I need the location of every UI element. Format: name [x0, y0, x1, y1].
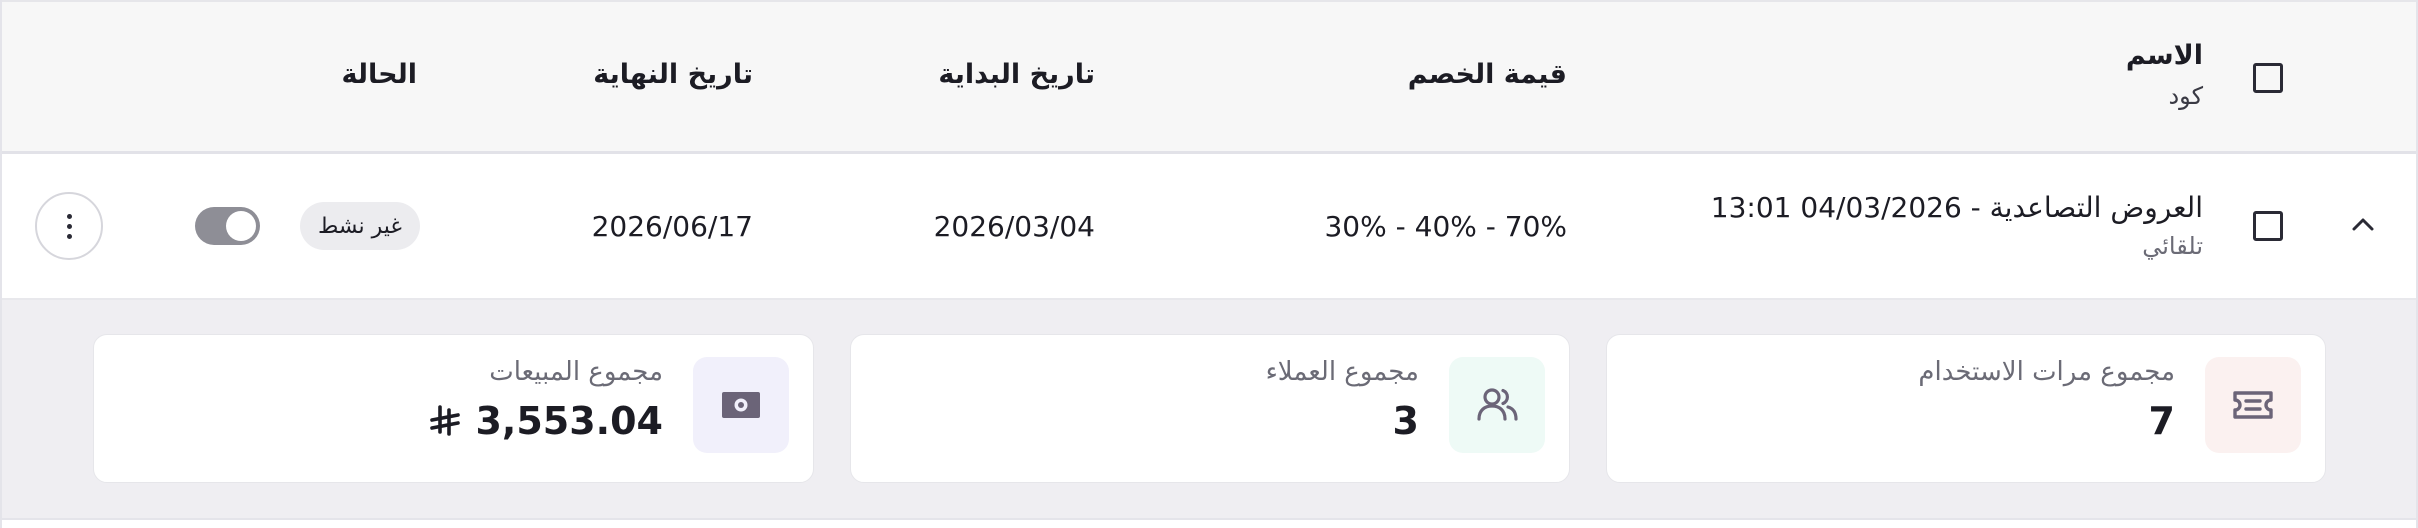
toggle-knob [226, 211, 256, 241]
stat-label: مجموع العملاء [1265, 357, 1419, 387]
kebab-dot [66, 223, 72, 229]
row-checkbox[interactable] [2253, 211, 2283, 241]
stat-value: 7 [2148, 399, 2175, 443]
stat-value: 3,553.04 [475, 399, 663, 443]
column-code-subheader: كود [2168, 82, 2203, 110]
stat-card-usage: مجموع مرات الاستخدام 7 [1606, 334, 2326, 483]
ticket-icon [2205, 357, 2301, 453]
column-name-header[interactable]: الاسم [2126, 40, 2203, 71]
kebab-dot [66, 233, 72, 239]
row-details-panel: مجموع مرات الاستخدام 7 مجموع العملاء 3 م… [2, 300, 2416, 518]
table-header: الاسم كود قيمة الخصم تاريخ البداية تاريخ… [2, 0, 2416, 154]
cash-icon [693, 357, 789, 453]
select-all-checkbox[interactable] [2253, 63, 2283, 93]
discount-name: العروض التصاعدية - 04/03/2026 13:01 [1710, 191, 2203, 224]
kebab-dot [66, 213, 72, 219]
column-status-header[interactable]: الحالة [341, 59, 417, 90]
column-discount-header[interactable]: قيمة الخصم [1408, 59, 1567, 90]
table-footer-divider [2, 518, 2416, 528]
stat-card-sales: مجموع المبيعات 3,553.04 [93, 334, 814, 483]
stat-label: مجموع المبيعات [489, 357, 663, 387]
discount-code: تلقائي [2142, 232, 2203, 260]
column-end-date-header[interactable]: تاريخ النهاية [593, 59, 753, 90]
table-row[interactable]: العروض التصاعدية - 04/03/2026 13:01 تلقا… [2, 154, 2416, 300]
stat-card-customers: مجموع العملاء 3 [850, 334, 1570, 483]
users-icon [1449, 357, 1545, 453]
stat-value: 3 [1392, 399, 1419, 443]
discount-values: 30% - 40% - 70% [1324, 210, 1567, 243]
stat-label: مجموع مرات الاستخدام [1918, 357, 2175, 387]
status-badge: غير نشط [300, 202, 420, 250]
more-actions-button[interactable] [35, 192, 103, 260]
start-date: 2026/03/04 [933, 210, 1095, 243]
stat-value-wrap: 3,553.04 [429, 399, 663, 443]
status-toggle[interactable] [195, 207, 260, 245]
end-date: 2026/06/17 [591, 210, 753, 243]
riyal-icon [430, 405, 461, 436]
column-start-date-header[interactable]: تاريخ البداية [938, 59, 1095, 90]
discounts-table: الاسم كود قيمة الخصم تاريخ البداية تاريخ… [0, 0, 2418, 528]
chevron-up-icon[interactable] [2348, 210, 2378, 240]
